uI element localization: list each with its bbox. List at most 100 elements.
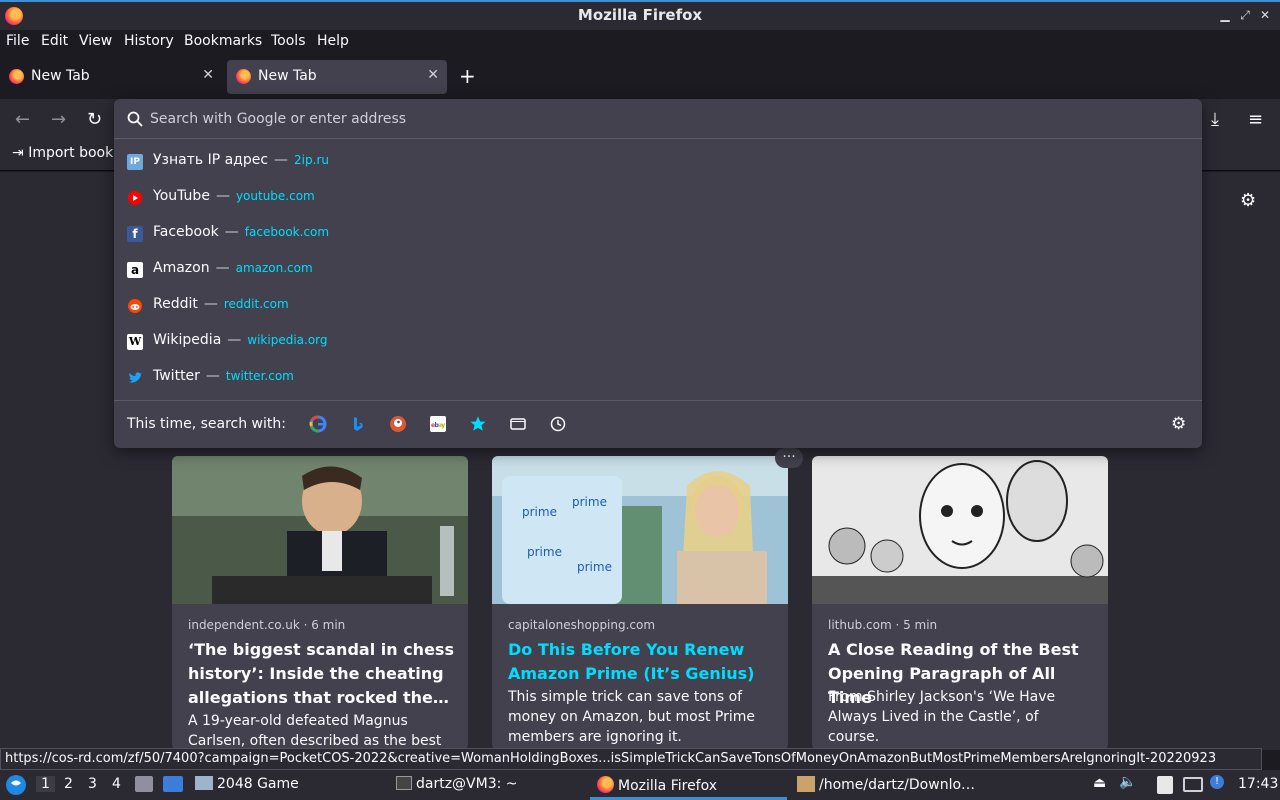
import-bookmarks-button[interactable]: ⇥ Import book bbox=[12, 145, 113, 161]
menu-file[interactable]: File bbox=[6, 33, 29, 49]
menu-tools[interactable]: Tools bbox=[271, 33, 306, 49]
task-firefox[interactable]: Mozilla Firefox bbox=[597, 776, 717, 794]
reload-icon[interactable]: ↻ bbox=[87, 109, 102, 130]
status-url: https://cos-rd.com/zf/50/7400?campaign=P… bbox=[5, 751, 1217, 766]
start-menu-icon[interactable] bbox=[5, 774, 27, 796]
app-menu-hamburger-icon[interactable]: ≡ bbox=[1248, 109, 1263, 130]
volume-icon[interactable]: 🔈 bbox=[1119, 774, 1136, 790]
google-icon[interactable] bbox=[309, 415, 327, 433]
task-label: Mozilla Firefox bbox=[618, 778, 718, 794]
search-with-label: This time, search with: bbox=[127, 416, 286, 432]
story-image-chess bbox=[172, 456, 468, 604]
bookmarks-star-icon[interactable] bbox=[469, 415, 487, 433]
card-context-menu-button[interactable]: ··· bbox=[775, 448, 803, 468]
task-terminal[interactable]: dartz@VM3: ~ bbox=[396, 776, 518, 792]
window-titlebar: Mozilla Firefox ▁ ⤢ ✕ bbox=[0, 0, 1280, 30]
menu-history[interactable]: History bbox=[124, 33, 174, 49]
suggestion-url: amazon.com bbox=[235, 261, 313, 275]
story-source: independent.co.uk · 6 min bbox=[188, 618, 346, 632]
task-2048-game[interactable]: 2048 Game bbox=[195, 776, 299, 792]
suggestion-youtube[interactable]: YouTube — youtube.com bbox=[114, 180, 1202, 216]
urlbar[interactable] bbox=[114, 99, 1202, 139]
tab-label: New Tab bbox=[258, 68, 317, 84]
story-title[interactable]: Do This Before You Renew Amazon Prime (I… bbox=[508, 638, 774, 686]
maximize-icon[interactable]: ⤢ bbox=[1238, 8, 1252, 22]
reddit-icon bbox=[127, 298, 143, 314]
suggestion-title: Facebook bbox=[153, 224, 219, 240]
minimize-icon[interactable]: ▁ bbox=[1218, 8, 1232, 22]
firefox-icon bbox=[597, 776, 614, 793]
downloads-icon[interactable]: ⤓ bbox=[1211, 109, 1219, 130]
woman-holding-boxes-image-icon: prime prime prime prime bbox=[492, 456, 788, 604]
task-file-manager[interactable]: /home/dartz/Downlo… bbox=[797, 776, 975, 793]
tab-new-tab-1[interactable]: New Tab ✕ bbox=[0, 60, 222, 94]
chess-player-image-icon bbox=[172, 456, 468, 604]
story-card[interactable]: lithub.com · 5 min A Close Reading of th… bbox=[812, 456, 1108, 750]
story-description: This simple trick can save tons of money… bbox=[508, 689, 756, 745]
suggestion-2ip[interactable]: IP Узнать IP адрес —2ip.ru bbox=[114, 144, 1202, 180]
suggestion-wikipedia[interactable]: W Wikipedia — wikipedia.org bbox=[114, 324, 1202, 360]
suggestion-twitter[interactable]: Twitter — twitter.com bbox=[114, 360, 1202, 396]
suggestion-title: Twitter bbox=[153, 368, 200, 384]
menu-edit[interactable]: Edit bbox=[41, 33, 68, 49]
menu-bookmarks[interactable]: Bookmarks bbox=[184, 33, 262, 49]
story-card-sponsored[interactable]: prime prime prime prime capitaloneshoppi… bbox=[492, 456, 788, 750]
new-tab-plus-icon[interactable]: + bbox=[459, 66, 476, 86]
menu-bar: File Edit View History Bookmarks Tools H… bbox=[0, 30, 1280, 54]
workspace-2[interactable]: 2 bbox=[64, 776, 73, 792]
window-app-icon bbox=[195, 776, 213, 790]
ebay-icon[interactable]: e b a y bbox=[429, 415, 447, 433]
urlbar-dropdown: IP Узнать IP адрес—2ip.ru YouTube—youtub… bbox=[114, 99, 1202, 448]
link-status-bar: https://cos-rd.com/zf/50/7400?campaign=P… bbox=[0, 748, 1262, 770]
forward-arrow-icon[interactable]: → bbox=[51, 109, 66, 130]
show-desktop-icon[interactable] bbox=[163, 776, 183, 792]
clock: 17:43 bbox=[1238, 776, 1279, 792]
file-manager-launcher-icon[interactable] bbox=[135, 776, 153, 792]
suggestion-url: youtube.com bbox=[235, 189, 315, 203]
story-card[interactable]: independent.co.uk · 6 min ‘The biggest s… bbox=[172, 456, 468, 750]
search-settings-gear-icon[interactable]: ⚙ bbox=[1171, 414, 1186, 434]
tabs-icon[interactable] bbox=[509, 415, 527, 433]
suggestion-title: Reddit bbox=[153, 296, 198, 312]
firefox-favicon-icon bbox=[236, 69, 251, 84]
menu-help[interactable]: Help bbox=[317, 33, 349, 49]
close-window-icon[interactable]: ✕ bbox=[1258, 8, 1272, 22]
suggestion-facebook[interactable]: f Facebook — facebook.com bbox=[114, 216, 1202, 252]
back-arrow-icon[interactable]: ← bbox=[15, 109, 30, 130]
suggestion-reddit[interactable]: Reddit — reddit.com bbox=[114, 288, 1202, 324]
story-description: From Shirley Jackson's ‘We Have Always L… bbox=[828, 689, 1056, 745]
svg-text:y: y bbox=[441, 422, 445, 429]
story-description: A 19-year-old defeated Magnus Carlsen, o… bbox=[188, 713, 442, 749]
close-tab-icon[interactable]: ✕ bbox=[202, 67, 214, 83]
notification-icon[interactable]: ! bbox=[1210, 775, 1224, 789]
workspace-3[interactable]: 3 bbox=[88, 776, 97, 792]
urlbar-input[interactable] bbox=[150, 107, 1150, 131]
window-title: Mozilla Firefox bbox=[577, 6, 703, 24]
suggestion-title: Wikipedia bbox=[153, 332, 222, 348]
system-taskbar: 1 2 3 4 2048 Game dartz@VM3: ~ Mozilla F… bbox=[0, 770, 1280, 800]
new-tab-settings-gear-icon[interactable]: ⚙ bbox=[1240, 190, 1256, 211]
suggestion-url: reddit.com bbox=[223, 297, 289, 311]
network-icon[interactable] bbox=[1183, 777, 1203, 792]
tab-new-tab-2[interactable]: New Tab ✕ bbox=[227, 60, 447, 94]
svg-text:prime: prime bbox=[522, 505, 557, 519]
workspace-4[interactable]: 4 bbox=[112, 776, 121, 792]
svg-text:prime: prime bbox=[527, 545, 562, 559]
story-title[interactable]: ‘The biggest scandal in chess history’: … bbox=[188, 638, 454, 710]
archive-icon bbox=[797, 776, 815, 792]
clipboard-icon[interactable] bbox=[1157, 776, 1173, 794]
history-icon[interactable] bbox=[549, 415, 567, 433]
suggestion-url: twitter.com bbox=[225, 369, 294, 383]
suggestion-amazon[interactable]: a Amazon — amazon.com bbox=[114, 252, 1202, 288]
twitter-icon bbox=[127, 370, 143, 386]
duckduckgo-icon[interactable] bbox=[389, 415, 407, 433]
one-off-search-bar: This time, search with: e b a y ⚙ bbox=[114, 400, 1202, 448]
workspace-1[interactable]: 1 bbox=[36, 776, 55, 792]
close-tab-icon[interactable]: ✕ bbox=[427, 67, 439, 83]
story-image-illustration bbox=[812, 456, 1108, 604]
bing-icon[interactable] bbox=[349, 415, 367, 433]
menu-view[interactable]: View bbox=[79, 33, 112, 49]
tab-strip: New Tab ✕ New Tab ✕ + bbox=[0, 54, 1280, 99]
eject-icon[interactable]: ⏏ bbox=[1093, 775, 1106, 791]
suggestion-url: 2ip.ru bbox=[294, 153, 329, 167]
